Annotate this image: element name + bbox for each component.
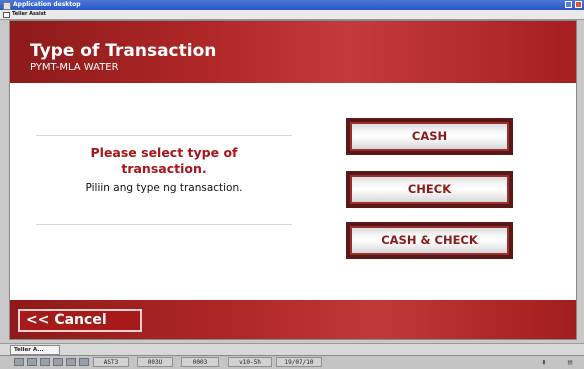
status-square-icon (66, 358, 76, 366)
minimize-button[interactable] (565, 1, 572, 8)
status-bar: AST3 003U 0003 v10-5h 19/07/10 ▮ ▤ (0, 355, 584, 369)
close-button[interactable] (575, 1, 582, 8)
page-footer: << Cancel (10, 300, 576, 339)
page-subtitle: PYMT-MLA WATER (30, 62, 119, 73)
window-title: Application desktop (13, 1, 81, 8)
status-field-teller: 003U (137, 357, 173, 367)
subwindow-title: Teller Assist (12, 11, 47, 17)
taskbar-tab-teller-assist[interactable]: Teller A... (10, 345, 60, 355)
prompt-heading: Please select type of transaction. (90, 145, 238, 176)
subwindow-titlebar: Teller Assist (0, 10, 584, 20)
check-button[interactable]: CHECK (346, 171, 513, 208)
app-window-icon (3, 2, 11, 10)
status-network-icon: ▤ (567, 358, 573, 366)
divider-bottom (36, 224, 292, 225)
status-square-icon (27, 358, 37, 366)
prompt-translation: Piliin ang type ng transaction. (85, 182, 243, 194)
cancel-button[interactable]: << Cancel (18, 309, 142, 332)
status-square-icon (79, 358, 89, 366)
status-square-icon (40, 358, 50, 366)
divider-top (36, 135, 292, 136)
cash-button[interactable]: CASH (346, 118, 513, 155)
page-header: Type of Transaction PYMT-MLA WATER (10, 21, 576, 83)
status-field-date: 19/07/10 (276, 357, 322, 367)
status-square-icon (53, 358, 63, 366)
status-field-terminal: 0003 (181, 357, 219, 367)
status-indicator-icon: ▮ (541, 358, 547, 366)
window-titlebar: Application desktop (0, 0, 584, 10)
status-field-branch: AST3 (93, 357, 129, 367)
transaction-panel: Type of Transaction PYMT-MLA WATER Pleas… (9, 20, 577, 340)
cash-and-check-button[interactable]: CASH & CHECK (346, 222, 513, 259)
subwindow-icon (3, 12, 10, 18)
status-square-icon (14, 358, 24, 366)
status-field-version: v10-5h (228, 357, 272, 367)
page-title: Type of Transaction (30, 41, 217, 61)
